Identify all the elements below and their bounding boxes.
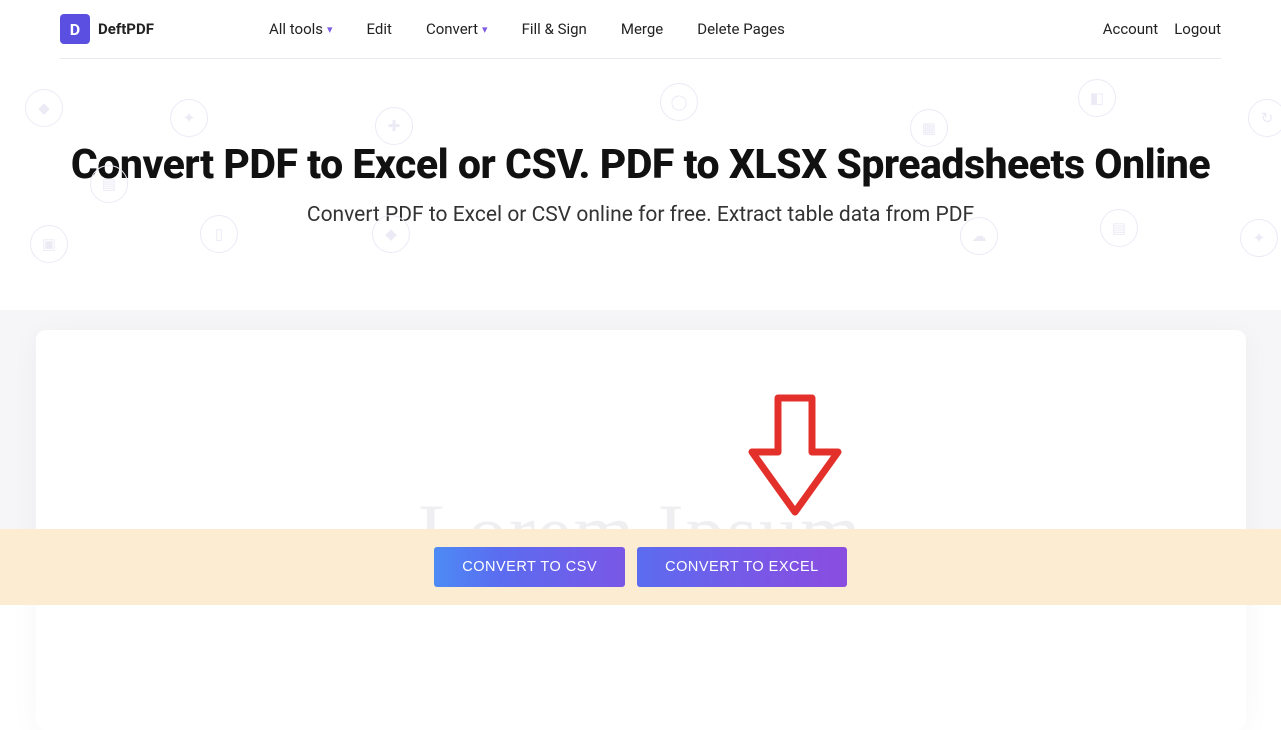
nav-convert[interactable]: Convert ▾ — [426, 20, 488, 38]
convert-to-excel-button[interactable]: CONVERT TO EXCEL — [637, 547, 847, 587]
chevron-down-icon: ▾ — [482, 23, 488, 36]
convert-to-csv-button[interactable]: CONVERT TO CSV — [434, 547, 625, 587]
puzzle-icon: ✦ — [170, 99, 208, 137]
refresh-icon: ↻ — [1248, 99, 1281, 137]
nav-all-tools[interactable]: All tools ▾ — [269, 20, 333, 38]
nav-convert-label: Convert — [426, 20, 478, 38]
nav-all-tools-label: All tools — [269, 20, 323, 38]
nav-logout[interactable]: Logout — [1174, 20, 1221, 38]
crop-icon: ▣ — [30, 225, 68, 263]
page-subtitle: Convert PDF to Excel or CSV online for f… — [0, 203, 1281, 227]
tag-icon: ◧ — [1078, 79, 1116, 117]
brand-name: DeftPDF — [98, 20, 154, 38]
nav-links: All tools ▾ Edit Convert ▾ Fill & Sign M… — [269, 20, 785, 38]
circle-icon: ◯ — [660, 83, 698, 121]
nav-edit[interactable]: Edit — [367, 20, 392, 38]
hero-section: Convert PDF to Excel or CSV. PDF to XLSX… — [0, 59, 1281, 227]
plus-icon: ✚ — [375, 107, 413, 145]
nav-right: Account Logout — [1103, 20, 1221, 38]
page-title: Convert PDF to Excel or CSV. PDF to XLSX… — [0, 141, 1281, 189]
nav-merge[interactable]: Merge — [621, 20, 663, 38]
top-nav: D DeftPDF All tools ▾ Edit Convert ▾ Fil… — [0, 0, 1281, 58]
nav-fill-sign[interactable]: Fill & Sign — [522, 20, 587, 38]
chevron-down-icon: ▾ — [327, 23, 333, 36]
brand-logo[interactable]: D DeftPDF — [60, 14, 154, 44]
bookmark-icon: ◆ — [25, 89, 63, 127]
nav-delete-pages[interactable]: Delete Pages — [697, 20, 785, 38]
action-bar: CONVERT TO CSV CONVERT TO EXCEL — [0, 529, 1281, 605]
logo-mark: D — [60, 14, 90, 44]
nav-account[interactable]: Account — [1103, 20, 1159, 38]
